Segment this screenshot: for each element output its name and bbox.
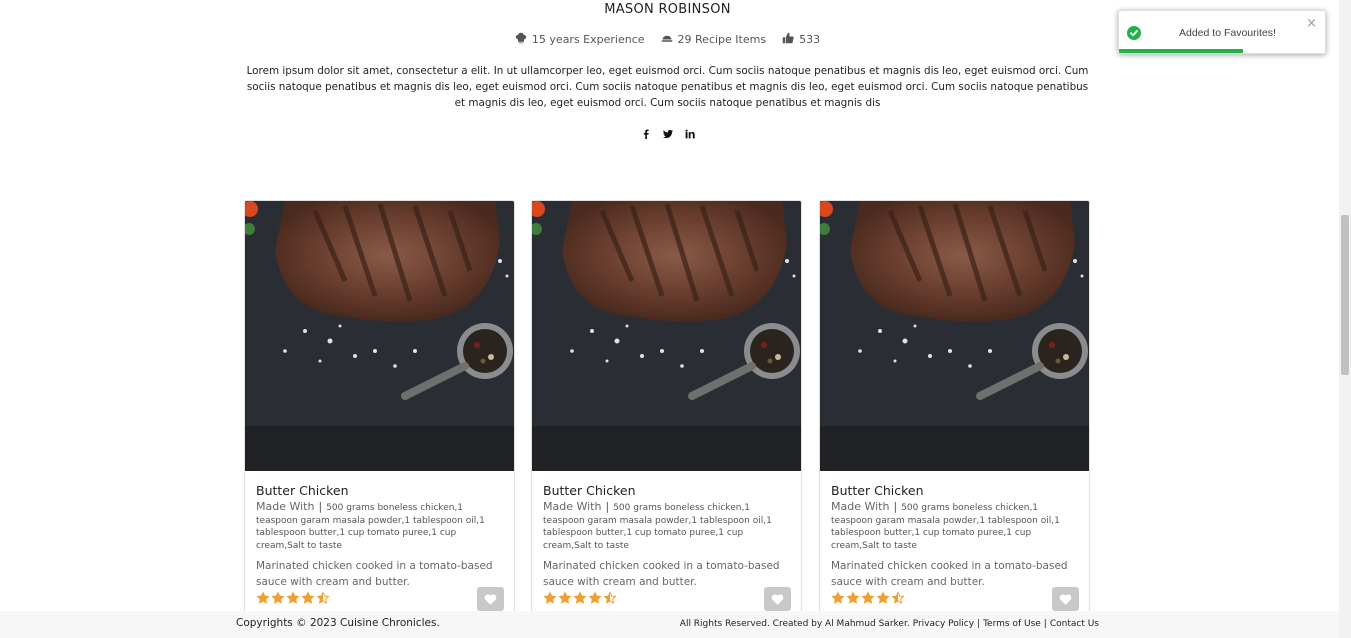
recipe-ingredients: Made With | 500 grams boneless chicken,1 t… bbox=[831, 500, 1078, 552]
toast-notification: Added to Favourites! × bbox=[1118, 10, 1326, 54]
star-full-icon bbox=[301, 591, 315, 604]
privacy-policy-link[interactable]: Privacy Policy bbox=[913, 619, 974, 629]
made-with-label: Made With bbox=[831, 500, 890, 513]
social-links bbox=[0, 128, 1335, 140]
heart-icon bbox=[484, 593, 497, 605]
contact-us-link[interactable]: Contact Us bbox=[1050, 619, 1099, 629]
star-full-icon bbox=[543, 591, 557, 604]
thumbs-up-icon bbox=[782, 32, 794, 47]
twitter-icon[interactable] bbox=[662, 128, 673, 140]
experience-stat: 15 years Experience bbox=[515, 32, 645, 47]
made-with-separator: | bbox=[318, 500, 323, 513]
recipe-ingredients: Made With | 500 grams boneless chicken,1 t… bbox=[256, 500, 503, 552]
recipe-card[interactable]: Butter Chicken Made With | 500 grams bonel… bbox=[531, 200, 802, 620]
toast-progress-bar bbox=[1119, 49, 1243, 53]
star-full-icon bbox=[588, 591, 602, 604]
page-scrollbar[interactable] bbox=[1339, 0, 1351, 638]
likes-count: 533 bbox=[799, 33, 821, 46]
recipe-ingredients: Made With | 500 grams boneless chicken,1 t… bbox=[543, 500, 790, 552]
recipes-stat: 29 Recipe Items bbox=[661, 32, 767, 47]
dish-icon bbox=[661, 32, 673, 47]
made-with-label: Made With bbox=[256, 500, 315, 513]
heart-icon bbox=[771, 593, 784, 605]
experience-text: 15 years Experience bbox=[531, 33, 645, 46]
recipe-image bbox=[820, 201, 1089, 471]
linkedin-icon[interactable] bbox=[685, 128, 695, 140]
success-check-icon bbox=[1127, 26, 1141, 40]
chef-hat-icon bbox=[515, 32, 527, 47]
recipe-title: Butter Chicken bbox=[831, 483, 924, 498]
facebook-icon[interactable] bbox=[641, 128, 651, 140]
star-full-icon bbox=[286, 591, 300, 604]
heart-icon bbox=[1059, 593, 1072, 605]
made-with-separator: | bbox=[605, 500, 610, 513]
recipe-title: Butter Chicken bbox=[543, 483, 636, 498]
scrollbar-thumb[interactable] bbox=[1341, 215, 1349, 375]
close-icon[interactable]: × bbox=[1306, 17, 1317, 30]
recipe-card[interactable]: Butter Chicken Made With | 500 grams bonel… bbox=[819, 200, 1090, 620]
rating-stars bbox=[831, 591, 905, 605]
recipe-card[interactable]: Butter Chicken Made With | 500 grams bonel… bbox=[244, 200, 515, 620]
star-half-icon bbox=[316, 591, 330, 604]
star-full-icon bbox=[558, 591, 572, 604]
footer-links: All Rights Reserved. Created by Al Mahmu… bbox=[680, 619, 1099, 629]
star-half-icon bbox=[603, 591, 617, 604]
star-full-icon bbox=[271, 591, 285, 604]
favourite-button[interactable] bbox=[1052, 587, 1079, 611]
favourite-button[interactable] bbox=[764, 587, 791, 611]
footer-separator: | bbox=[1043, 619, 1047, 629]
recipes-text: 29 Recipe Items bbox=[677, 33, 767, 46]
footer-separator: | bbox=[977, 619, 981, 629]
rating-stars bbox=[543, 591, 617, 605]
favourite-button[interactable] bbox=[477, 587, 504, 611]
rating-stars bbox=[256, 591, 330, 605]
made-with-label: Made With bbox=[543, 500, 602, 513]
star-full-icon bbox=[573, 591, 587, 604]
recipe-description: Marinated chicken cooked in a tomato-bas… bbox=[831, 560, 1068, 588]
copyright-text: Copyrights © 2023 Cuisine Chronicles. bbox=[236, 617, 440, 629]
star-full-icon bbox=[876, 591, 890, 604]
recipe-image bbox=[532, 201, 801, 471]
terms-of-use-link[interactable]: Terms of Use bbox=[983, 619, 1041, 629]
star-full-icon bbox=[256, 591, 270, 604]
toast-message: Added to Favourites! bbox=[1179, 27, 1276, 39]
likes-stat: 533 bbox=[782, 32, 820, 47]
recipe-image bbox=[245, 201, 514, 471]
recipe-description: Marinated chicken cooked in a tomato-bas… bbox=[543, 560, 780, 588]
recipe-title: Butter Chicken bbox=[256, 483, 349, 498]
rights-text: All Rights Reserved. Created by Al Mahmu… bbox=[679, 619, 910, 629]
star-full-icon bbox=[861, 591, 875, 604]
star-full-icon bbox=[846, 591, 860, 604]
chef-bio: Lorem ipsum dolor sit amet, consectetur … bbox=[246, 65, 1089, 109]
made-with-separator: | bbox=[893, 500, 898, 513]
recipe-description: Marinated chicken cooked in a tomato-bas… bbox=[256, 560, 493, 588]
star-full-icon bbox=[831, 591, 845, 604]
footer: Copyrights © 2023 Cuisine Chronicles. Al… bbox=[0, 611, 1339, 638]
star-half-icon bbox=[891, 591, 905, 604]
